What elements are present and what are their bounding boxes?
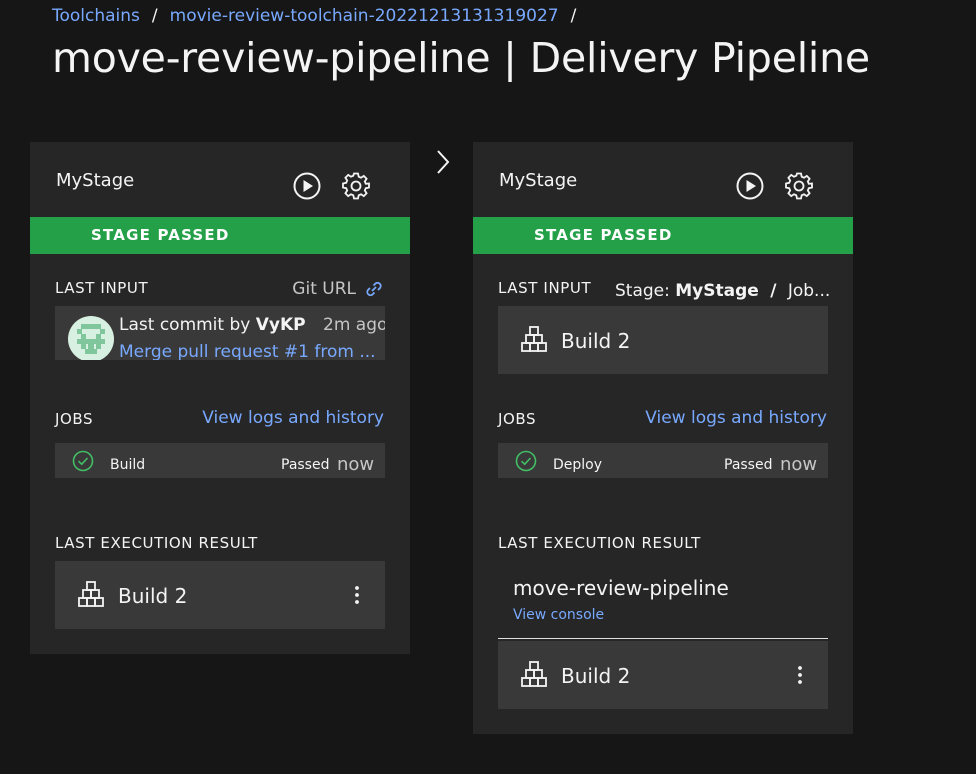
job-name: Build [110, 457, 146, 473]
job-time: now [337, 454, 375, 475]
stage-card-1: MyStage STAGE PASSED LAST INPUT Git URL [30, 142, 410, 654]
build-label: Build 2 [561, 664, 631, 688]
play-icon[interactable] [735, 171, 765, 201]
overflow-menu-icon[interactable] [349, 583, 365, 607]
commit-time: 2m ago [323, 315, 385, 335]
commit-author: VyKP [255, 315, 306, 335]
play-icon[interactable] [292, 171, 322, 201]
git-url-label: Git URL [292, 279, 356, 299]
input-build-tile[interactable]: Build 2 [498, 306, 828, 374]
breadcrumb: Toolchains / movie-review-toolchain-2022… [52, 6, 588, 26]
link-icon [366, 281, 382, 297]
build-icon [521, 661, 547, 687]
build-result-tile[interactable]: Build 2 [55, 561, 385, 629]
stage-input-stage-name: MyStage [675, 281, 759, 301]
job-row-deploy[interactable]: Deploy Passed now [498, 443, 828, 478]
last-input-commit-tile[interactable]: Last commit by VyKP 2m ago Merge pull re… [55, 306, 385, 360]
check-circle-icon [515, 450, 537, 472]
jobs-label: JOBS [498, 410, 537, 428]
stage-input-source: Stage: MyStage / Job... [615, 281, 830, 301]
check-circle-icon [72, 450, 94, 472]
gear-icon[interactable] [342, 172, 370, 200]
last-execution-label: LAST EXECUTION RESULT [55, 534, 258, 552]
commit-info: Last commit by VyKP 2m ago [119, 315, 385, 335]
stage-status-bar: STAGE PASSED [30, 217, 410, 254]
job-status: Passed [724, 457, 773, 473]
job-row-build[interactable]: Build Passed now [55, 443, 385, 478]
job-time: now [780, 454, 818, 475]
pipeline-name: move-review-pipeline [513, 576, 729, 600]
stage-input-separator: / [770, 281, 777, 301]
stage-name: MyStage [56, 170, 135, 191]
view-console-link[interactable]: View console [513, 607, 604, 623]
commit-message-link[interactable]: Merge pull request #1 from ... [119, 342, 376, 360]
last-input-label: LAST INPUT [498, 279, 592, 297]
stage-input-job: Job... [787, 281, 831, 301]
gear-icon[interactable] [785, 172, 813, 200]
stage-input-prefix: Stage: [615, 281, 670, 301]
build-label: Build 2 [561, 329, 631, 353]
git-url-link[interactable]: Git URL [292, 279, 384, 299]
job-status: Passed [281, 457, 330, 473]
build-icon [521, 326, 547, 352]
build-icon [78, 581, 104, 607]
last-input-label: LAST INPUT [55, 279, 149, 297]
stage-card-2: MyStage STAGE PASSED LAST INPUT Stage: M… [473, 142, 853, 734]
jobs-label: JOBS [55, 410, 94, 428]
view-logs-link[interactable]: View logs and history [645, 408, 827, 428]
last-execution-label: LAST EXECUTION RESULT [498, 534, 701, 552]
breadcrumb-toolchains[interactable]: Toolchains [52, 6, 140, 26]
breadcrumb-separator: / [570, 6, 577, 26]
breadcrumb-toolchain[interactable]: movie-review-toolchain-20221213131319027 [170, 6, 559, 26]
overflow-menu-icon[interactable] [792, 663, 808, 687]
build-result-tile[interactable]: Build 2 [498, 641, 828, 709]
avatar [68, 316, 114, 360]
commit-prefix: Last commit by [119, 315, 251, 335]
stage-name: MyStage [499, 170, 578, 191]
breadcrumb-separator: / [151, 6, 158, 26]
page-title: move-review-pipeline | Delivery Pipeline [52, 34, 870, 82]
divider [498, 638, 828, 639]
job-name: Deploy [553, 457, 603, 473]
build-label: Build 2 [118, 584, 188, 608]
chevron-right-icon [437, 150, 450, 174]
stage-status-bar: STAGE PASSED [473, 217, 853, 254]
view-logs-link[interactable]: View logs and history [202, 408, 384, 428]
